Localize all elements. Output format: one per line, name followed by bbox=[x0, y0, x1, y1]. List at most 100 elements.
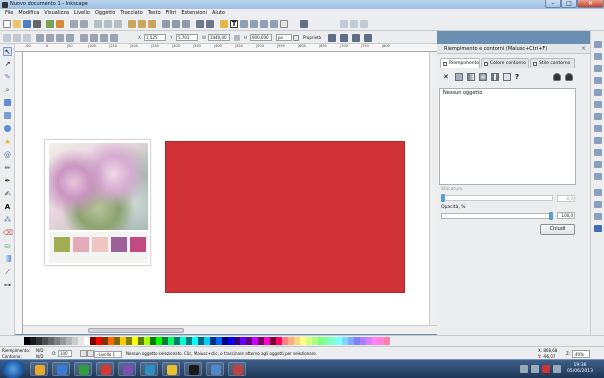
taskbar-app-button[interactable] bbox=[184, 362, 202, 376]
opacity-slider-knob[interactable] bbox=[549, 212, 553, 220]
pen-tool-icon[interactable]: ✒ bbox=[3, 177, 12, 186]
ellipse-tool-icon[interactable] bbox=[4, 125, 11, 132]
snap-smooth-nodes-icon[interactable] bbox=[594, 137, 602, 144]
duplicate-icon[interactable] bbox=[162, 20, 170, 28]
align-distribute-icon[interactable] bbox=[250, 20, 258, 28]
snap-centers-icon[interactable] bbox=[594, 89, 602, 96]
open-folder-icon[interactable] bbox=[13, 20, 21, 28]
group-icon[interactable] bbox=[196, 20, 204, 28]
menu-oggetto[interactable]: Oggetto bbox=[95, 9, 115, 17]
transform-gradient-icon[interactable] bbox=[352, 34, 360, 42]
taskbar-app-button[interactable] bbox=[140, 362, 158, 376]
clock[interactable]: 19:36 05/06/2013 bbox=[567, 363, 593, 375]
zoom-field[interactable]: 40% bbox=[572, 350, 590, 358]
snap-object-centers-icon[interactable] bbox=[594, 161, 602, 168]
spray-tool-icon[interactable]: ⁂ bbox=[3, 216, 12, 225]
flip-vertical-icon[interactable] bbox=[66, 34, 74, 42]
close-dock-button[interactable]: Chiudi bbox=[540, 224, 575, 235]
menu-filtri[interactable]: Filtri bbox=[166, 9, 177, 17]
select-all-icon[interactable] bbox=[3, 34, 11, 42]
antivirus-icon[interactable] bbox=[542, 365, 550, 373]
import-icon[interactable] bbox=[46, 20, 54, 28]
swatch-fill-icon[interactable] bbox=[503, 73, 511, 81]
xml-editor-icon[interactable] bbox=[240, 20, 248, 28]
taskbar-app-button[interactable] bbox=[162, 362, 180, 376]
menu-livello[interactable]: Livello bbox=[74, 9, 90, 17]
transform-corners-icon[interactable] bbox=[340, 34, 348, 42]
rotate-ccw-icon[interactable] bbox=[36, 34, 44, 42]
gradient-tool-icon[interactable] bbox=[4, 255, 11, 262]
menu-aiuto[interactable]: Aiuto bbox=[212, 9, 225, 17]
y-field[interactable]: 5,701 bbox=[176, 34, 198, 41]
taskbar-app-button[interactable] bbox=[228, 362, 246, 376]
snap-guides-icon[interactable] bbox=[360, 20, 368, 28]
lower-icon[interactable] bbox=[100, 34, 108, 42]
snap-intersections-icon[interactable] bbox=[594, 113, 602, 120]
snap-bbox-corners-icon[interactable] bbox=[594, 65, 602, 72]
minimize-button[interactable]: – bbox=[545, 0, 561, 8]
x-field[interactable]: 1,525 bbox=[144, 34, 166, 41]
snap-enable-icon[interactable] bbox=[594, 41, 602, 48]
status-opacity-field[interactable]: 100 bbox=[58, 350, 72, 357]
document-properties-icon[interactable] bbox=[270, 20, 278, 28]
taskbar-app-button[interactable] bbox=[52, 362, 70, 376]
rectangle-tool-icon[interactable] bbox=[4, 99, 11, 106]
fill-status-value[interactable]: N/D bbox=[36, 348, 43, 353]
network-icon[interactable] bbox=[520, 365, 528, 373]
unset-paint-icon[interactable]: ? bbox=[515, 73, 523, 81]
ungroup-icon[interactable] bbox=[206, 20, 214, 28]
undo-icon[interactable] bbox=[70, 20, 78, 28]
taskbar-app-button[interactable] bbox=[206, 362, 224, 376]
print-icon[interactable] bbox=[33, 20, 41, 28]
fill-stroke-icon[interactable] bbox=[220, 20, 228, 28]
export-icon[interactable] bbox=[56, 20, 64, 28]
select-all-layers-icon[interactable] bbox=[13, 34, 21, 42]
calligraphy-tool-icon[interactable]: ✍ bbox=[3, 190, 12, 199]
zoom-tool-icon[interactable]: ⌕ bbox=[3, 86, 12, 95]
paint-bucket-tool-icon[interactable]: ⛀ bbox=[3, 242, 12, 251]
raise-to-top-icon[interactable] bbox=[80, 34, 88, 42]
layer-lock-icon[interactable] bbox=[87, 350, 94, 357]
save-icon[interactable] bbox=[23, 20, 31, 28]
taskbar-app-button[interactable] bbox=[96, 362, 114, 376]
snap-guide-icon[interactable] bbox=[594, 213, 602, 220]
snap-nodes-icon[interactable] bbox=[350, 20, 358, 28]
snap-cusp-nodes-icon[interactable] bbox=[594, 125, 602, 132]
maximize-button[interactable]: □ bbox=[561, 0, 577, 8]
dropper-tool-icon[interactable]: ⟋ bbox=[3, 268, 12, 277]
menu-tracciato[interactable]: Tracciato bbox=[120, 9, 142, 17]
connector-tool-icon[interactable]: ⊶ bbox=[3, 281, 12, 290]
eraser-tool-icon[interactable]: ⌫ bbox=[3, 229, 13, 238]
transform-pattern-icon[interactable] bbox=[364, 34, 372, 42]
raise-icon[interactable] bbox=[90, 34, 98, 42]
snap-line-midpoints-icon[interactable] bbox=[594, 149, 602, 156]
blur-slider-knob[interactable] bbox=[441, 194, 445, 202]
snap-grid-icon[interactable] bbox=[594, 201, 602, 208]
width-field[interactable]: 1440,00 bbox=[208, 34, 230, 41]
snap-midpoints-icon[interactable] bbox=[594, 77, 602, 84]
linear-gradient-icon[interactable] bbox=[467, 73, 475, 81]
horizontal-scroll-thumb[interactable] bbox=[88, 328, 184, 333]
no-paint-icon[interactable]: ✕ bbox=[443, 73, 451, 81]
spiral-tool-icon[interactable]: @ bbox=[3, 151, 12, 160]
text-tool-icon[interactable]: A bbox=[3, 203, 12, 212]
text-font-icon[interactable]: T bbox=[230, 20, 238, 28]
horizontal-scrollbar[interactable] bbox=[23, 325, 437, 334]
snap-rotation-centers-icon[interactable] bbox=[594, 173, 602, 180]
unlink-clone-icon[interactable] bbox=[182, 20, 190, 28]
clone-icon[interactable] bbox=[172, 20, 180, 28]
red-rectangle[interactable] bbox=[165, 141, 405, 293]
tab-stroke-style[interactable]: Stile contorno bbox=[530, 58, 575, 68]
taskbar-app-button[interactable] bbox=[30, 362, 48, 376]
selector-tool-icon[interactable]: ↖ bbox=[3, 47, 12, 56]
layer-visibility-icon[interactable] bbox=[80, 350, 87, 357]
copy-icon[interactable] bbox=[94, 20, 102, 28]
blur-value-field[interactable]: 0,0 bbox=[557, 195, 575, 202]
snap-page-border-icon[interactable] bbox=[594, 189, 602, 196]
snap-paths-icon[interactable] bbox=[594, 101, 602, 108]
height-field[interactable]: 900,000 bbox=[250, 34, 272, 41]
opacity-slider[interactable] bbox=[441, 213, 553, 219]
palette-swatch[interactable] bbox=[384, 337, 390, 345]
zoom-page-icon[interactable] bbox=[148, 20, 156, 28]
menu-modifica[interactable]: Modifica bbox=[18, 9, 39, 17]
